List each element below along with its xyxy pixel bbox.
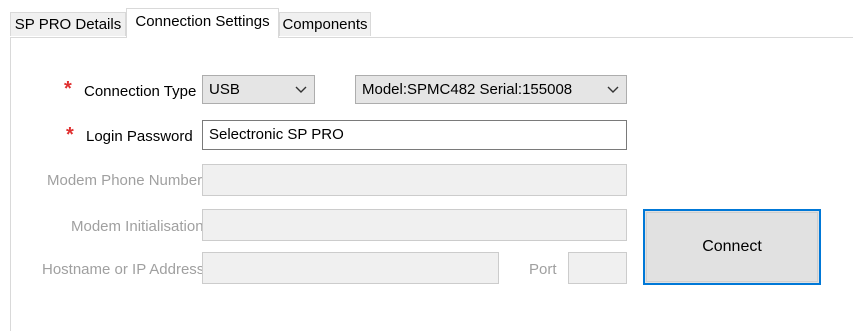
tab-strip: SP PRO Details Connection Settings Compo… [10, 8, 853, 38]
port-label: Port [529, 261, 557, 278]
chevron-down-icon [294, 76, 308, 103]
modem-phone-input[interactable] [202, 164, 627, 196]
device-value: Model:SPMC482 Serial:155008 [362, 81, 573, 98]
port-input[interactable] [568, 252, 627, 284]
hostname-label: Hostname or IP Address [42, 261, 205, 278]
required-marker: * [64, 78, 72, 100]
hostname-input[interactable] [202, 252, 499, 284]
modem-phone-label: Modem Phone Number [47, 172, 203, 189]
connection-settings-window: SP PRO Details Connection Settings Compo… [0, 0, 853, 331]
modem-initialisation-input[interactable] [202, 209, 627, 241]
required-marker: * [66, 124, 74, 146]
connection-type-value: USB [209, 81, 240, 98]
tab-sp-pro-details[interactable]: SP PRO Details [10, 12, 126, 36]
tab-connection-settings[interactable]: Connection Settings [126, 8, 279, 38]
connection-type-label: Connection Type [84, 83, 197, 100]
chevron-down-icon [606, 76, 620, 103]
device-select[interactable]: Model:SPMC482 Serial:155008 [355, 75, 627, 104]
connect-button[interactable]: Connect [643, 209, 821, 285]
connect-button-label: Connect [702, 238, 762, 255]
tab-components[interactable]: Components [279, 12, 371, 36]
login-password-label: Login Password [86, 128, 193, 145]
modem-initialisation-label: Modem Initialisation [71, 218, 204, 235]
connection-type-select[interactable]: USB [202, 75, 315, 104]
login-password-input[interactable]: Selectronic SP PRO [202, 120, 627, 150]
